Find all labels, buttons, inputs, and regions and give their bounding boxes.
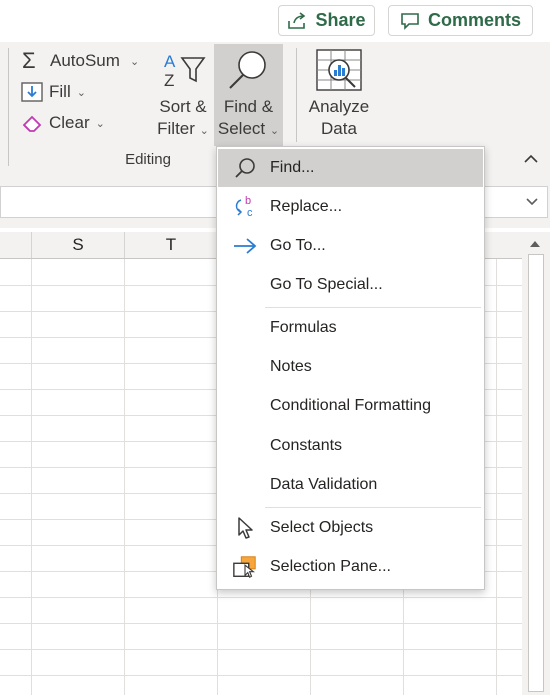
menu-item-selection-pane[interactable]: Selection Pane...: [218, 548, 483, 586]
eraser-icon: [21, 113, 43, 133]
menu-item-label: Selection Pane...: [270, 558, 391, 575]
fill-button[interactable]: Fill ⌄: [21, 82, 86, 102]
clear-label: Clear: [49, 113, 90, 132]
selection-pane-icon: [232, 554, 258, 580]
editing-group-label: Editing: [125, 151, 171, 168]
menu-item-conditional-formatting[interactable]: Conditional Formatting: [218, 387, 483, 425]
fill-label: Fill: [49, 82, 71, 101]
share-icon: [287, 11, 307, 30]
share-label: Share: [315, 10, 366, 30]
comment-icon: [400, 12, 420, 30]
autosum-button[interactable]: Σ AutoSum ⌄: [22, 48, 139, 74]
replace-icon: bc: [232, 194, 258, 220]
menu-item-label: Find...: [270, 159, 315, 176]
clear-button[interactable]: Clear ⌄: [21, 113, 105, 133]
menu-item-constants[interactable]: Constants: [218, 427, 483, 465]
chevron-down-icon: ⌄: [95, 117, 105, 130]
analyze-data-icon: [315, 48, 363, 92]
magnifier-icon: [226, 48, 270, 92]
comments-button[interactable]: Comments: [388, 5, 533, 36]
sort-filter-button[interactable]: A Z Sort & Filter ⌄: [152, 48, 214, 143]
menu-item-data-validation[interactable]: Data Validation: [218, 466, 483, 504]
menu-item-find[interactable]: Find...: [218, 149, 483, 187]
menu-item-label: Conditional Formatting: [270, 397, 431, 414]
ribbon-separator: [8, 48, 9, 166]
autosum-label: AutoSum: [50, 51, 120, 70]
sort-filter-icon: A Z: [162, 50, 208, 90]
find-select-button[interactable]: Find & Select ⌄: [214, 44, 283, 146]
sort-filter-label: Sort & Filter ⌄: [157, 97, 209, 138]
collapse-ribbon-icon[interactable]: [522, 152, 540, 166]
column-header-partial[interactable]: [0, 232, 32, 258]
menu-item-label: Replace...: [270, 198, 343, 215]
menu-item-go-to[interactable]: Go To...: [218, 227, 483, 265]
menu-item-select-objects[interactable]: Select Objects: [218, 509, 483, 547]
menu-item-notes[interactable]: Notes: [218, 348, 483, 386]
find-select-label: Find & Select ⌄: [217, 97, 280, 138]
svg-text:b: b: [245, 195, 251, 207]
menu-item-label: Go To...: [270, 237, 326, 254]
find-select-menu: Find... bc Replace... Go To... Go To Spe…: [216, 146, 485, 590]
fill-down-icon: [21, 82, 43, 102]
ribbon-separator: [296, 48, 297, 142]
menu-item-go-to-special[interactable]: Go To Special...: [218, 266, 483, 304]
scroll-thumb[interactable]: [528, 254, 544, 692]
svg-text:c: c: [247, 207, 253, 219]
menu-item-label: Data Validation: [270, 476, 378, 493]
menu-item-label: Select Objects: [270, 519, 374, 536]
menu-item-label: Constants: [270, 437, 343, 454]
menu-separator: [265, 307, 481, 308]
menu-item-label: Notes: [270, 358, 312, 375]
menu-item-formulas[interactable]: Formulas: [218, 309, 483, 347]
menu-item-replace[interactable]: bc Replace...: [218, 188, 483, 226]
sigma-icon: Σ: [22, 48, 36, 73]
menu-item-label: Formulas: [270, 319, 337, 336]
comments-label: Comments: [427, 10, 521, 30]
column-header-t[interactable]: T: [125, 232, 218, 258]
menu-item-label: Go To Special...: [270, 276, 383, 293]
arrow-right-icon: [232, 233, 258, 259]
svg-text:Z: Z: [164, 71, 174, 90]
search-icon: [232, 155, 258, 181]
svg-text:A: A: [164, 52, 176, 71]
analyze-data-label: Analyze Data: [308, 97, 370, 138]
share-button[interactable]: Share: [278, 5, 375, 36]
analyze-data-button[interactable]: Analyze Data: [302, 48, 376, 143]
column-header-s[interactable]: S: [32, 232, 125, 258]
chevron-down-icon: ⌄: [129, 55, 140, 68]
vertical-scrollbar[interactable]: [522, 232, 550, 695]
chevron-down-icon: ⌄: [76, 86, 86, 99]
pointer-icon: [232, 515, 258, 541]
menu-separator: [265, 507, 481, 508]
expand-formula-bar-icon[interactable]: [524, 194, 540, 208]
scroll-up-arrow-icon[interactable]: [528, 238, 542, 250]
